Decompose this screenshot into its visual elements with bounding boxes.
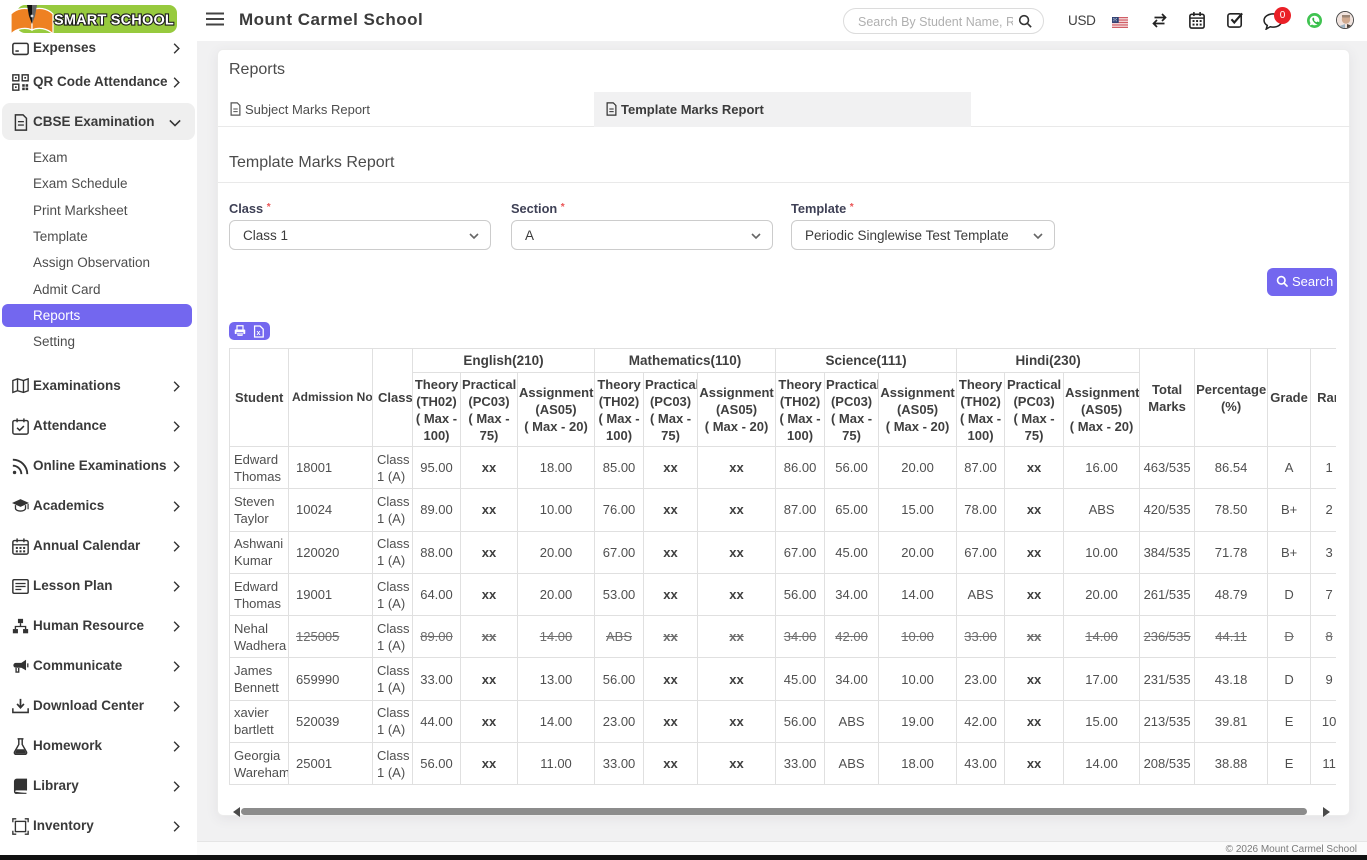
svg-text:SMART SCHOOL: SMART SCHOOL xyxy=(54,13,174,29)
svg-text:x: x xyxy=(257,330,261,337)
